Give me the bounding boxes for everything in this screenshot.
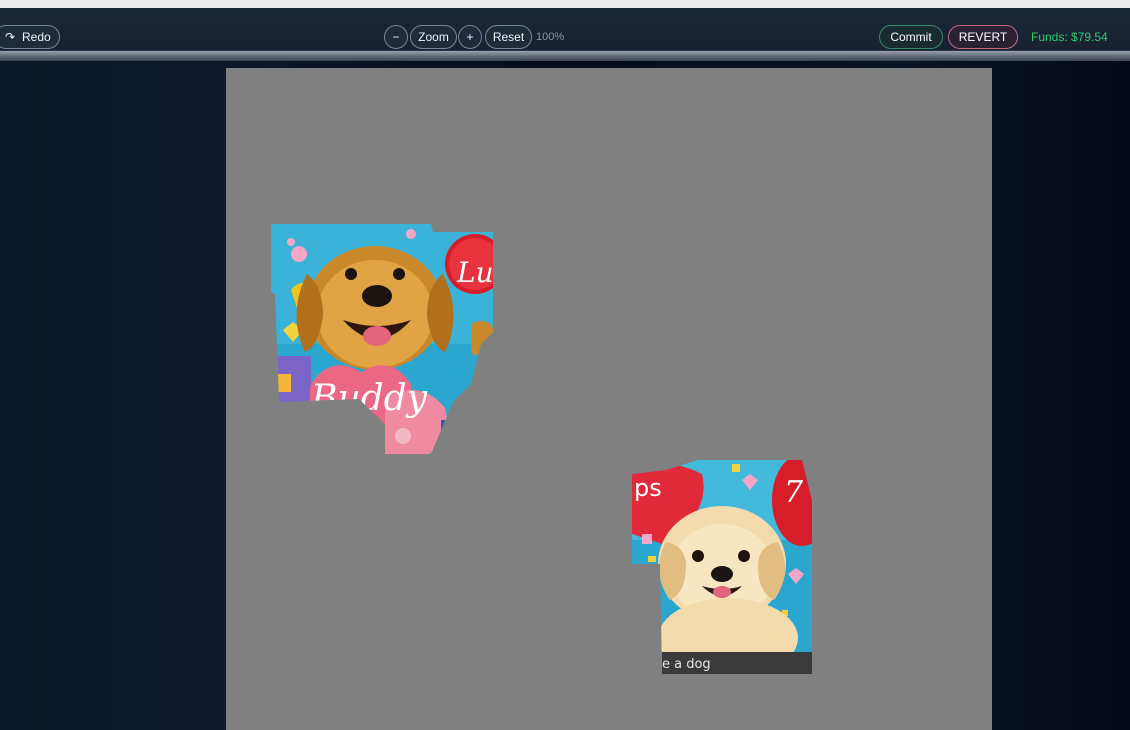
canvas[interactable]: Lu Buddy A ps 7 e a dog (226, 68, 992, 730)
zoom-button[interactable]: Zoom (410, 25, 457, 49)
piece-text-ps: ps (634, 474, 662, 502)
piece-text-caption: e a dog (662, 657, 711, 672)
commit-button[interactable]: Commit (879, 25, 943, 49)
piece-text-buddy: Buddy (310, 378, 428, 419)
toolbar: ↷ Redo − Zoom + Reset 100% Commit REVERT… (0, 8, 1130, 51)
piece-text-lu: Lu (456, 256, 493, 289)
piece-text-a: A (449, 429, 463, 453)
toolbar-separator (0, 51, 1130, 61)
puppy-fragment[interactable]: ps 7 e a dog (632, 460, 812, 676)
zoom-out-button[interactable]: − (384, 25, 408, 49)
reset-zoom-button[interactable]: Reset (485, 25, 532, 49)
redo-button[interactable]: ↷ Redo (0, 25, 60, 49)
redo-label: Redo (22, 30, 51, 44)
redo-icon: ↷ (5, 30, 16, 44)
revert-button[interactable]: REVERT (948, 25, 1018, 49)
funds-readout: Funds: $79.54 (1031, 30, 1108, 44)
zoom-in-button[interactable]: + (458, 25, 482, 49)
golden-retriever-fragment[interactable]: Lu Buddy A (271, 224, 493, 454)
piece-text-7: 7 (784, 475, 804, 510)
window-top-strip (0, 0, 1130, 8)
zoom-level-readout: 100% (536, 31, 565, 43)
